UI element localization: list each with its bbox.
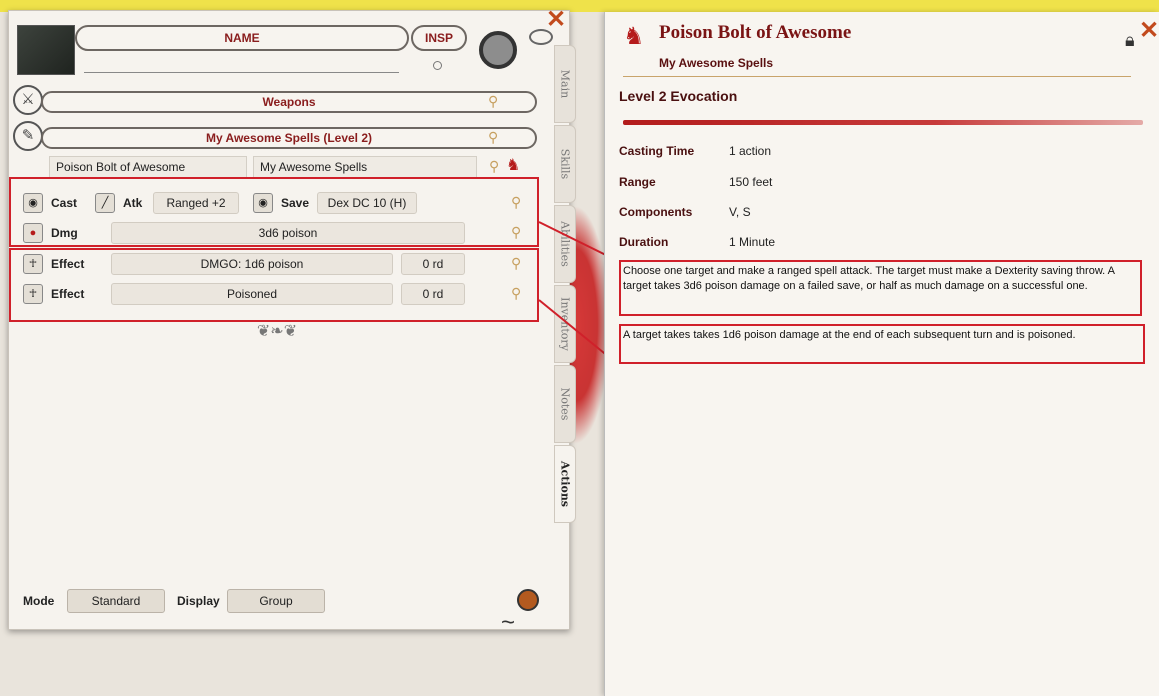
level-rule [623, 120, 1143, 125]
components-label: Components [619, 205, 693, 219]
spell-subtitle: My Awesome Spells [659, 56, 774, 70]
lock-icon[interactable]: 🔒︎ [1125, 30, 1135, 51]
spell-description-1[interactable]: Choose one target and make a ranged spel… [623, 264, 1143, 294]
range-value[interactable]: 150 feet [729, 175, 772, 189]
casting-time-value[interactable]: 1 action [729, 144, 771, 158]
dragon-icon: ♞ [623, 23, 645, 50]
title-rule [623, 76, 1131, 77]
spell-title: Poison Bolt of Awesome [659, 22, 852, 43]
casting-time-label: Casting Time [619, 144, 695, 158]
spell-description-2[interactable]: A target takes takes 1d6 poison damage a… [623, 328, 1143, 343]
spell-level: Level 2 Evocation [619, 88, 738, 104]
duration-value[interactable]: 1 Minute [729, 235, 775, 249]
duration-label: Duration [619, 235, 669, 249]
close-icon[interactable]: ✕ [1139, 16, 1159, 45]
components-value[interactable]: V, S [729, 205, 751, 219]
spell-detail-window: ♞ Poison Bolt of Awesome My Awesome Spel… [604, 12, 1159, 696]
range-label: Range [619, 175, 656, 189]
